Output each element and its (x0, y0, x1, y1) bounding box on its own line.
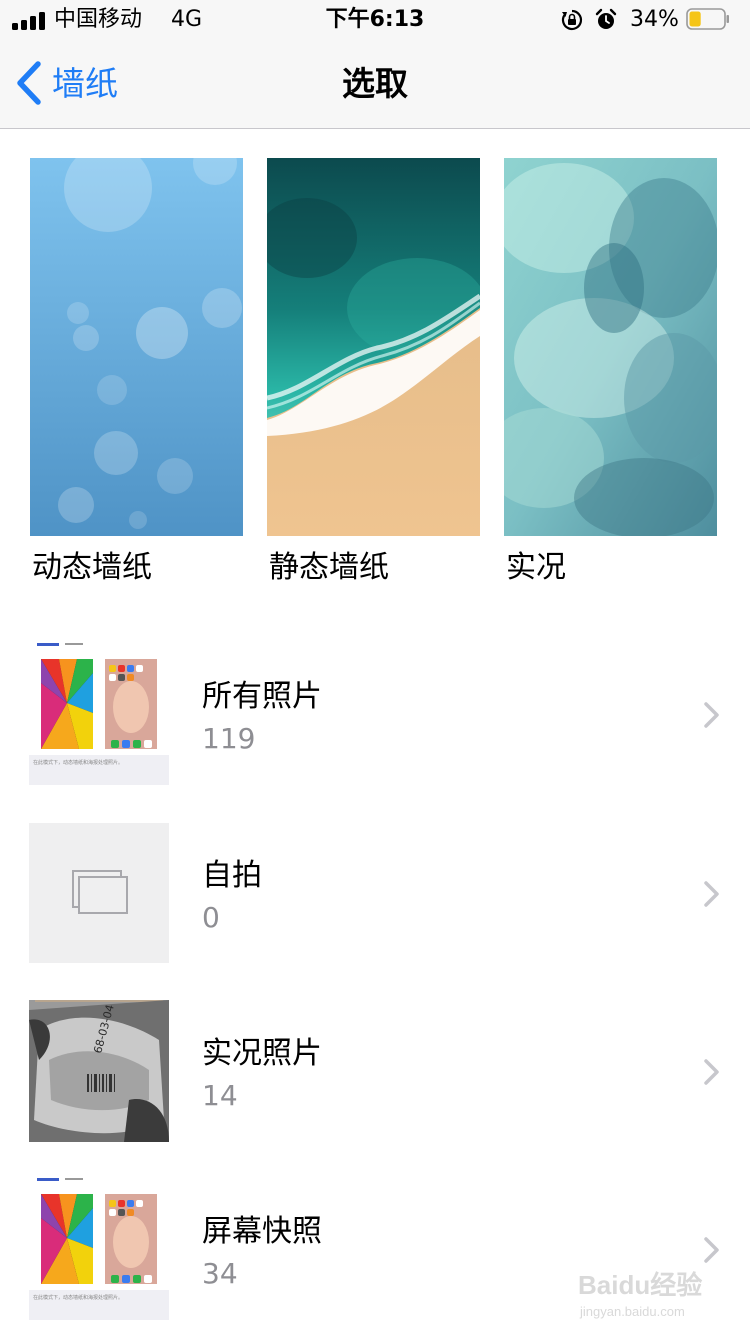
album-thumbnail: 在此模式下，动态墙纸和海报处理照片。 (29, 643, 169, 785)
page-title: 选取 (342, 64, 408, 103)
baidu-jingyan-watermark: Baidu经验 jingyan.baidu.com (578, 1270, 702, 1319)
wallpaper-label: 动态墙纸 (32, 550, 152, 585)
album-name: 屏幕快照 (202, 1214, 322, 1249)
alarm-icon (595, 8, 617, 29)
svg-text:Baidu经验: Baidu经验 (578, 1270, 702, 1300)
svg-text:jingyan.baidu.com: jingyan.baidu.com (579, 1304, 685, 1319)
chevron-right-icon (704, 1059, 719, 1085)
status-bar: 中国移动 4G 下午6:13 34% (0, 0, 750, 40)
album-thumbnail: 68-03-04 (29, 1000, 169, 1142)
album-live-photos[interactable]: 68-03-04 实况照片 14 (0, 1000, 750, 1142)
battery-icon (686, 8, 729, 30)
album-name: 实况照片 (202, 1036, 322, 1071)
chevron-right-icon (704, 702, 719, 728)
album-count: 0 (202, 901, 220, 934)
wallpaper-live[interactable]: 实况 (504, 158, 717, 585)
navigation-bar: 墙纸 选取 (0, 40, 750, 129)
dynamic-wallpaper-thumbnail (30, 158, 243, 536)
photo-stack-icon (72, 870, 128, 914)
live-wallpaper-thumbnail (504, 158, 717, 536)
wallpaper-label: 静态墙纸 (269, 550, 389, 585)
album-thumbnail-empty (29, 823, 169, 963)
rotation-lock-icon (561, 9, 583, 31)
svg-text:在此模式下，动态墙纸和海报处理照片。: 在此模式下，动态墙纸和海报处理照片。 (33, 759, 123, 766)
album-count: 34 (202, 1257, 238, 1290)
album-name: 自拍 (202, 858, 262, 893)
album-name: 所有照片 (202, 679, 322, 714)
chevron-right-icon (704, 1237, 719, 1263)
still-wallpaper-thumbnail (267, 158, 480, 536)
wallpaper-dynamic[interactable]: 动态墙纸 (30, 158, 243, 585)
album-all-photos[interactable]: 在此模式下，动态墙纸和海报处理照片。 所有照片 119 (0, 643, 750, 785)
album-selfies[interactable]: 自拍 0 (0, 822, 750, 964)
battery-percent: 34% (630, 7, 679, 32)
album-count: 14 (202, 1079, 238, 1112)
album-count: 119 (202, 722, 256, 755)
chevron-right-icon (704, 881, 719, 907)
svg-text:在此模式下，动态墙纸和海报处理照片。: 在此模式下，动态墙纸和海报处理照片。 (33, 1294, 123, 1301)
wallpaper-still[interactable]: 静态墙纸 (267, 158, 480, 585)
album-thumbnail: 在此模式下，动态墙纸和海报处理照片。 (29, 1178, 169, 1320)
wallpaper-label: 实况 (506, 550, 566, 585)
